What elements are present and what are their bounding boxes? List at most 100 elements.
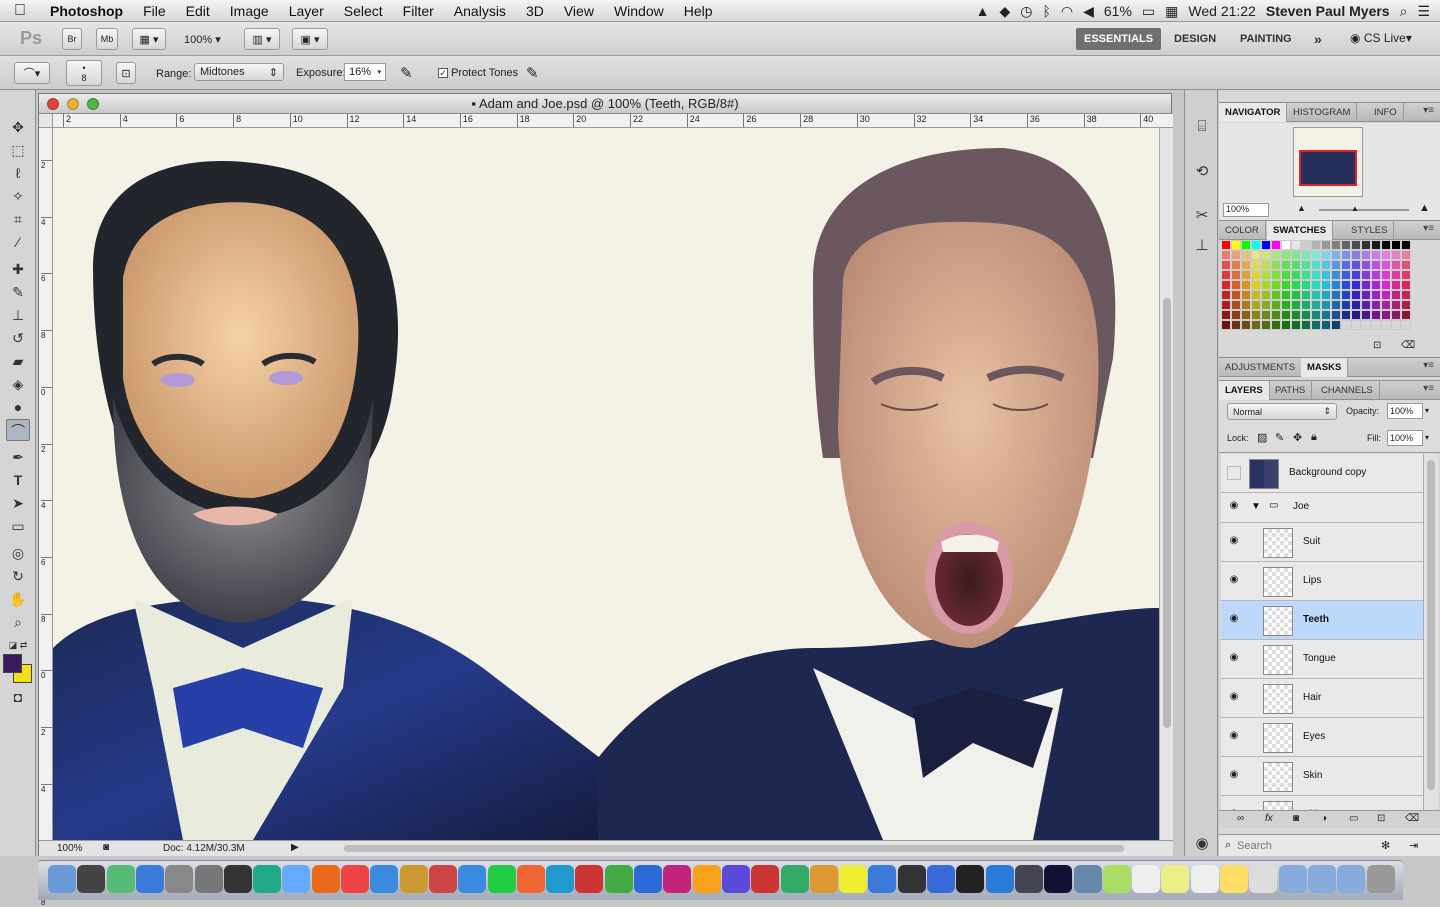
search-go-icon[interactable]: ⇥ <box>1409 839 1418 852</box>
layer-row[interactable]: ◉ Eyes <box>1221 718 1423 757</box>
visibility-eye-icon[interactable]: ◉ <box>1227 769 1241 783</box>
swatch[interactable] <box>1281 260 1291 270</box>
system-preferences-icon[interactable] <box>194 865 223 893</box>
swatch[interactable] <box>1331 310 1341 320</box>
tab-adjustments[interactable]: ADJUSTMENTS <box>1219 358 1303 377</box>
swatch[interactable] <box>1311 290 1321 300</box>
minimize-icon[interactable] <box>67 98 79 110</box>
swatch[interactable] <box>1341 260 1351 270</box>
panel-menu-icon[interactable]: ▾≡ <box>1423 223 1434 234</box>
tab-paths[interactable]: PATHS <box>1269 381 1313 400</box>
opacity-input[interactable]: 100% <box>1387 403 1423 419</box>
menu-filter[interactable]: Filter <box>393 3 444 19</box>
swatch[interactable] <box>1371 260 1381 270</box>
swatch[interactable] <box>1351 240 1361 250</box>
swatch[interactable] <box>1311 250 1321 260</box>
swatch[interactable] <box>1311 320 1321 330</box>
time-machine-icon[interactable]: ◷ <box>1020 3 1032 20</box>
swatch[interactable] <box>1331 260 1341 270</box>
swatch[interactable] <box>1381 310 1391 320</box>
zoom-slider-thumb-icon[interactable]: ▲ <box>1351 204 1359 213</box>
menu-analysis[interactable]: Analysis <box>444 3 516 19</box>
brush-panel-toggle[interactable]: ⊡ <box>116 62 136 84</box>
swatch[interactable] <box>1271 280 1281 290</box>
notification-list-icon[interactable]: ☰ <box>1417 3 1430 20</box>
swatch[interactable] <box>1401 320 1411 330</box>
swatch[interactable] <box>1331 300 1341 310</box>
swatch[interactable] <box>1341 240 1351 250</box>
swatch[interactable] <box>1231 280 1241 290</box>
swatches-grid[interactable] <box>1221 240 1417 336</box>
preview-icon[interactable] <box>106 865 135 893</box>
3d-orbit-tool-icon[interactable]: ↻ <box>6 565 30 587</box>
itunes-icon[interactable] <box>282 865 311 893</box>
safari-icon[interactable] <box>370 865 399 893</box>
swatch[interactable] <box>1241 310 1251 320</box>
swatch[interactable] <box>1361 240 1371 250</box>
zoom-in-icon[interactable]: ▲ <box>1419 202 1430 214</box>
reader-icon[interactable] <box>1132 865 1161 893</box>
swatch[interactable] <box>1231 260 1241 270</box>
swatch[interactable] <box>1221 290 1231 300</box>
notes-icon[interactable] <box>1220 865 1248 893</box>
swatch[interactable] <box>1371 320 1381 330</box>
documents-folder-icon[interactable] <box>1307 865 1336 893</box>
swatch[interactable] <box>1331 250 1341 260</box>
bluetooth-icon[interactable]: ᛒ <box>1042 3 1050 19</box>
vertical-scrollbar[interactable] <box>1159 128 1173 840</box>
swatch[interactable] <box>1251 280 1261 290</box>
visibility-eye-icon[interactable]: ◉ <box>1227 652 1241 666</box>
swatch[interactable] <box>1341 250 1351 260</box>
swatch[interactable] <box>1351 250 1361 260</box>
swatch[interactable] <box>1321 310 1331 320</box>
status-menu-arrow-icon[interactable]: ▶ <box>291 842 299 853</box>
swatch[interactable] <box>1381 270 1391 280</box>
swatch[interactable] <box>1241 280 1251 290</box>
lock-transparent-icon[interactable]: ▨ <box>1257 431 1267 444</box>
more-workspaces-button[interactable]: » <box>1306 28 1330 50</box>
lock-all-icon[interactable]: 🔒︎ <box>1311 431 1317 444</box>
swatch[interactable] <box>1401 250 1411 260</box>
swatch[interactable] <box>1391 250 1401 260</box>
swatch[interactable] <box>1261 280 1271 290</box>
swatch[interactable] <box>1261 260 1271 270</box>
zoom-window-icon[interactable] <box>87 98 99 110</box>
menu-help[interactable]: Help <box>674 3 723 19</box>
menu-user[interactable]: Steven Paul Myers <box>1266 3 1390 19</box>
stack-icon[interactable] <box>1102 865 1131 893</box>
swatch[interactable] <box>1331 240 1341 250</box>
ruler-origin[interactable] <box>39 114 53 128</box>
swatch[interactable] <box>1371 250 1381 260</box>
swatch[interactable] <box>1351 300 1361 310</box>
swatch[interactable] <box>1251 320 1261 330</box>
screen-mode-button[interactable]: ▣ ▾ <box>292 28 328 50</box>
swatch[interactable] <box>1291 320 1301 330</box>
unity-icon[interactable] <box>897 865 926 893</box>
default-colors-icon[interactable]: ◪ ⇄ <box>6 634 30 656</box>
panel-menu-icon[interactable]: ▾≡ <box>1423 360 1434 371</box>
eyedropper-tool-icon[interactable]: ⁄ <box>6 231 30 253</box>
indesign-icon[interactable] <box>663 865 692 893</box>
swatch[interactable] <box>1351 270 1361 280</box>
swatch[interactable] <box>1311 240 1321 250</box>
swatch[interactable] <box>1401 290 1411 300</box>
search-input[interactable] <box>1237 838 1377 854</box>
lock-pixels-icon[interactable]: ✎ <box>1275 431 1284 444</box>
swatch[interactable] <box>1281 320 1291 330</box>
exposure-input[interactable]: 16% ▾ <box>344 63 386 81</box>
swatch[interactable] <box>1401 260 1411 270</box>
navigator-view-box[interactable] <box>1299 150 1357 186</box>
swatch[interactable] <box>1291 240 1301 250</box>
workspace-painting[interactable]: PAINTING <box>1232 28 1300 50</box>
spotlight-icon[interactable]: ⌕ <box>1400 3 1408 20</box>
swatch[interactable] <box>1281 270 1291 280</box>
swatch[interactable] <box>1271 240 1281 250</box>
battery-percent[interactable]: 61% <box>1104 3 1132 19</box>
swatch[interactable] <box>1271 250 1281 260</box>
wifi-icon[interactable]: ◠ <box>1061 3 1073 20</box>
add-mask-icon[interactable]: ◙ <box>1293 813 1299 824</box>
bridge-button[interactable]: Br <box>62 28 82 50</box>
foreground-color-swatch[interactable] <box>3 654 22 673</box>
view-extras-button[interactable]: ▦ ▾ <box>132 28 166 50</box>
swatch[interactable] <box>1271 300 1281 310</box>
